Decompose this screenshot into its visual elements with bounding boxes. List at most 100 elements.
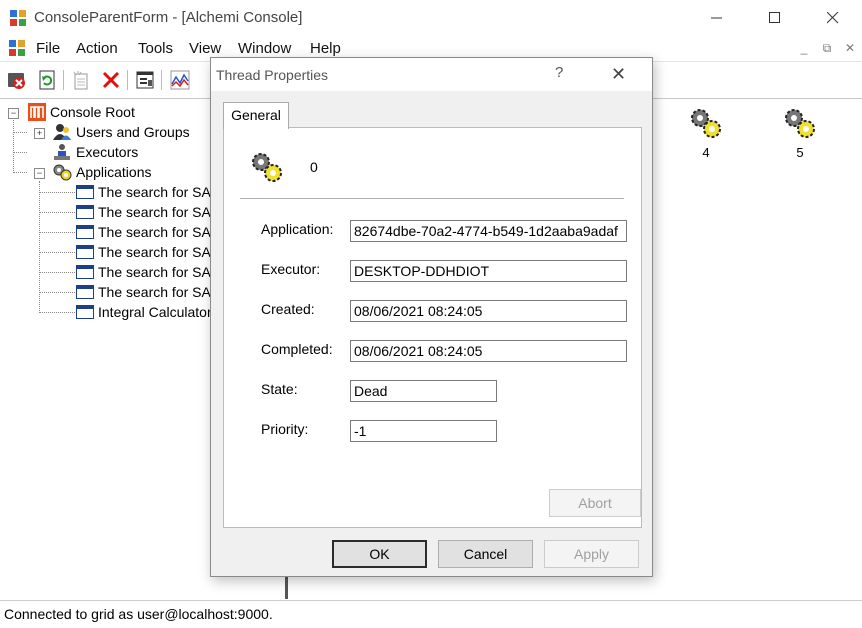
menu-help[interactable]: Help xyxy=(310,40,341,57)
window-icon xyxy=(76,205,94,219)
created-field[interactable]: 08/06/2021 08:24:05 xyxy=(350,300,627,322)
maximize-button[interactable] xyxy=(752,0,798,36)
tree-item-executors[interactable]: Executors xyxy=(52,142,138,162)
close-button[interactable] xyxy=(810,0,856,36)
application-label: Application: xyxy=(261,221,334,237)
thread-properties-dialog: Thread Properties ? ✕ 0 Application: 826… xyxy=(210,57,653,577)
menu-window[interactable]: Window xyxy=(238,40,291,57)
tree-item-application[interactable]: The search for SA xyxy=(76,242,211,262)
thread-gears-icon xyxy=(252,153,282,182)
thread-id: 4 xyxy=(702,145,710,160)
tab-general[interactable]: General xyxy=(223,102,289,129)
dialog-close-button[interactable]: ✕ xyxy=(611,64,626,85)
ok-button[interactable]: OK xyxy=(332,540,427,568)
created-label: Created: xyxy=(261,301,315,317)
new-button[interactable] xyxy=(70,69,92,91)
tree-item-application[interactable]: The search for SA xyxy=(76,182,211,202)
window-icon xyxy=(76,285,94,299)
state-label: State: xyxy=(261,381,298,397)
status-bar: Connected to grid as user@localhost:9000… xyxy=(0,600,862,628)
dialog-title: Thread Properties xyxy=(216,67,329,83)
menu-file[interactable]: File xyxy=(36,40,60,57)
minimize-icon xyxy=(711,17,722,19)
menu-tools[interactable]: Tools xyxy=(138,40,173,57)
window-icon xyxy=(76,305,94,319)
refresh-button[interactable] xyxy=(36,69,58,91)
window-icon xyxy=(76,265,94,279)
application-field[interactable]: 82674dbe-70a2-4774-b549-1d2aaba9adaf xyxy=(350,220,627,242)
performance-icon xyxy=(170,70,190,90)
tree-label: The search for SA xyxy=(98,284,211,300)
help-button[interactable]: ? xyxy=(555,64,563,81)
cancel-button[interactable]: Cancel xyxy=(438,540,533,568)
thread-item[interactable]: 5 xyxy=(782,107,818,160)
delete-button[interactable] xyxy=(100,69,122,91)
state-field[interactable]: Dead xyxy=(350,380,497,402)
completed-field[interactable]: 08/06/2021 08:24:05 xyxy=(350,340,627,362)
tree-item-application[interactable]: The search for SA xyxy=(76,222,211,242)
app-icon xyxy=(10,10,26,26)
tree-label: Console Root xyxy=(50,104,135,120)
tree-item-application[interactable]: The search for SA xyxy=(76,202,211,222)
tree-label: The search for SA xyxy=(98,224,211,240)
status-text: Connected to grid as user@localhost:9000… xyxy=(4,606,273,622)
mdi-close-button[interactable]: ✕ xyxy=(841,41,859,57)
thread-gears-icon xyxy=(785,109,815,138)
tree-expand-users[interactable]: + xyxy=(34,128,45,139)
alchemi-logo-icon xyxy=(28,103,46,121)
tree-label: Executors xyxy=(76,144,139,160)
disconnect-icon xyxy=(8,73,25,89)
performance-button[interactable] xyxy=(169,69,191,91)
tree-label: Applications xyxy=(76,164,152,180)
refresh-icon xyxy=(39,70,55,90)
new-icon xyxy=(73,71,88,90)
minimize-button[interactable] xyxy=(694,0,740,36)
executor-label: Executor: xyxy=(261,261,321,277)
close-icon xyxy=(827,12,839,24)
executor-icon xyxy=(54,144,70,160)
thread-gears-icon xyxy=(691,109,721,138)
tree-item-application[interactable]: The search for SA xyxy=(76,262,211,282)
users-icon xyxy=(53,124,71,140)
menu-view[interactable]: View xyxy=(189,40,221,57)
tree-collapse-root[interactable]: − xyxy=(8,108,19,119)
title-bar: ConsoleParentForm - [Alchemi Console] xyxy=(0,0,862,36)
window-title: ConsoleParentForm - [Alchemi Console] xyxy=(34,9,303,26)
thread-item[interactable]: 4 xyxy=(688,107,724,160)
disconnect-button[interactable] xyxy=(6,69,28,91)
window-icon xyxy=(76,245,94,259)
tree-item-application[interactable]: Integral Calculator xyxy=(76,302,212,322)
dialog-title-bar: Thread Properties ? ✕ xyxy=(211,58,652,91)
completed-label: Completed: xyxy=(261,341,333,357)
tree-item-applications[interactable]: Applications xyxy=(52,162,152,182)
thread-id-label: 0 xyxy=(310,159,318,175)
mdi-minimize-button[interactable]: _ xyxy=(795,41,813,57)
properties-button[interactable] xyxy=(134,69,156,91)
tree-label: Integral Calculator xyxy=(98,304,212,320)
window-icon xyxy=(76,225,94,239)
divider xyxy=(240,198,624,199)
tree-collapse-applications[interactable]: − xyxy=(34,168,45,179)
mdi-child-icon[interactable] xyxy=(9,40,25,56)
tree-item-users-and-groups[interactable]: Users and Groups xyxy=(52,122,190,142)
general-tab-panel: 0 Application: 82674dbe-70a2-4774-b549-1… xyxy=(223,127,642,528)
applications-icon xyxy=(53,164,72,181)
abort-button[interactable]: Abort xyxy=(549,489,641,517)
properties-icon xyxy=(136,71,154,89)
tree-label: The search for SA xyxy=(98,184,211,200)
apply-button[interactable]: Apply xyxy=(544,540,639,568)
tree-item-application[interactable]: The search for SA xyxy=(76,282,211,302)
window-icon xyxy=(76,185,94,199)
maximize-icon xyxy=(769,12,780,23)
menu-action[interactable]: Action xyxy=(76,40,118,57)
executor-field[interactable]: DESKTOP-DDHDIOT xyxy=(350,260,627,282)
delete-icon xyxy=(102,71,120,89)
tree-label: The search for SA xyxy=(98,204,211,220)
priority-field[interactable]: -1 xyxy=(350,420,497,442)
priority-label: Priority: xyxy=(261,421,309,437)
tree-label: Users and Groups xyxy=(76,124,190,140)
mdi-restore-button[interactable]: ⧉ xyxy=(818,41,836,57)
thread-id: 5 xyxy=(796,145,804,160)
tree-label: The search for SA xyxy=(98,264,211,280)
tree-item-console-root[interactable]: Console Root xyxy=(28,102,135,122)
